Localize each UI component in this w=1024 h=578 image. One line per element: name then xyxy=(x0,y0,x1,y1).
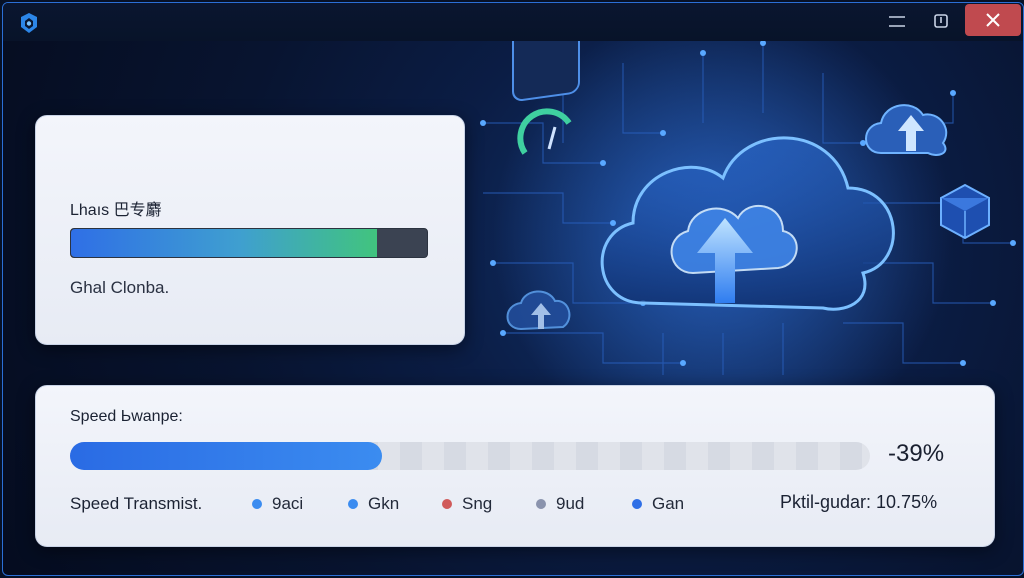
close-button[interactable] xyxy=(965,4,1021,36)
restore-button[interactable] xyxy=(921,5,961,37)
close-icon xyxy=(986,13,1000,27)
legend-item: Sng xyxy=(442,494,492,514)
legend-item: Gkn xyxy=(348,494,399,514)
upload-title: Lhaıs 巴专麝 xyxy=(70,202,162,219)
minimize-icon xyxy=(889,16,905,27)
minimize-button[interactable] xyxy=(877,5,917,37)
legend-dot xyxy=(632,499,642,509)
legend-item: Gan xyxy=(632,494,684,514)
speed-panel: Speed Ьwanpe: -39% Speed Transmist. 9aci… xyxy=(35,385,995,547)
legend-dot xyxy=(252,499,262,509)
transmit-label: Speed Transmist. xyxy=(70,494,203,513)
upload-progress-bar xyxy=(70,228,428,258)
title-bar[interactable] xyxy=(3,3,1023,41)
restore-icon xyxy=(934,14,948,28)
legend-dot xyxy=(442,499,452,509)
legend-label: 9ud xyxy=(556,494,585,513)
legend-label: Gkn xyxy=(368,494,400,513)
legend-dot xyxy=(536,499,546,509)
speed-percent: -39% xyxy=(888,440,945,467)
app-logo-icon xyxy=(21,13,37,33)
legend-label: Sng xyxy=(462,494,493,513)
legend-item: 9ud xyxy=(536,494,584,514)
legend-dot xyxy=(348,499,358,509)
speed-label: Speed Ьwanpe: xyxy=(70,408,183,425)
app-window: Lhaıs 巴专麝 Ghal Clonba. Speed Ьwanpe: -39… xyxy=(2,2,1024,576)
upload-panel: Lhaıs 巴专麝 Ghal Clonba. xyxy=(35,115,465,345)
packet-stat: Pktil-gudar: 10.75% xyxy=(780,492,938,512)
legend-label: Gan xyxy=(652,494,685,513)
legend-item: 9aci xyxy=(252,494,303,514)
upload-status: Ghal Clonba. xyxy=(70,278,170,297)
legend-label: 9aci xyxy=(272,494,304,513)
upload-progress-fill xyxy=(71,229,378,257)
speed-progress-fill xyxy=(70,442,382,470)
speed-progress-bar xyxy=(70,442,870,470)
